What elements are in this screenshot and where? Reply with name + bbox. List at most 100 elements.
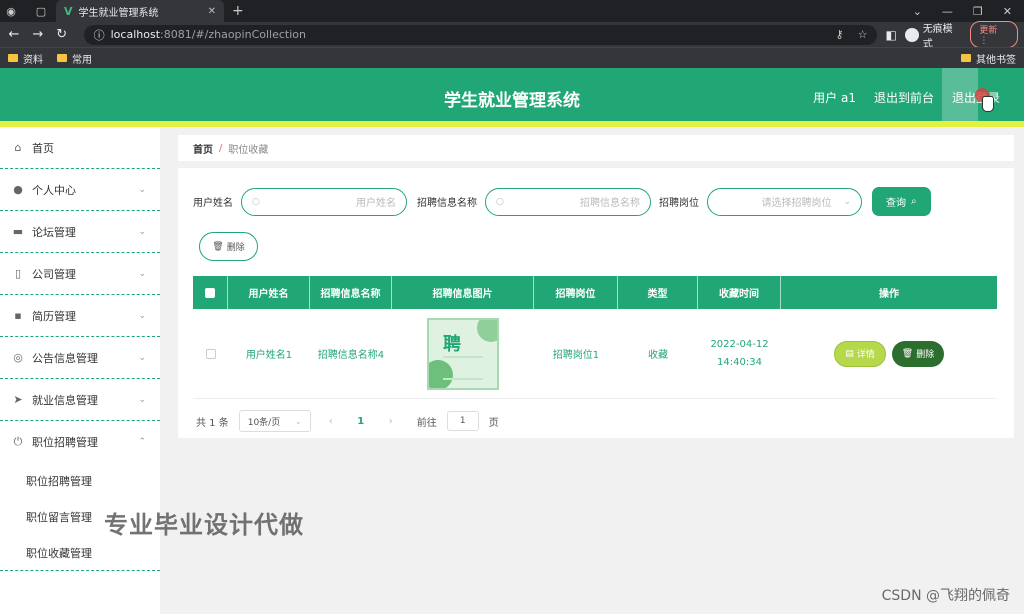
row-select-cell [193, 309, 228, 398]
other-bookmarks[interactable]: 其他书签 [961, 51, 1016, 66]
chevron-down-icon: ⌄ [138, 226, 146, 237]
row-delete-button[interactable]: 🗑 删除 [892, 340, 944, 367]
batch-delete-button[interactable]: 🗑 删除 [199, 232, 258, 261]
column-header: 类型 [618, 276, 698, 309]
forward-icon[interactable]: → [30, 27, 46, 42]
recruitment-thumbnail[interactable]: 聘 [427, 317, 499, 390]
send-icon: ➤ [13, 393, 23, 406]
info-placeholder: 招聘信息名称 [580, 198, 640, 209]
key-icon[interactable]: ⚷ [836, 28, 844, 41]
sidebar-item-forum[interactable]: ▬ 论坛管理 ⌄ [0, 211, 160, 253]
favorites-table: 用户姓名 招聘信息名称 招聘信息图片 招聘岗位 类型 收藏时间 操作 用户姓名1… [193, 276, 997, 399]
position-select[interactable]: 请选择招聘岗位 ⌄ [707, 187, 862, 216]
sidebar-item-label: 个人中心 [32, 183, 76, 197]
window-controls: ⌄ — ❐ ✕ [913, 5, 1024, 18]
page-size-value: 10条/页 [247, 417, 281, 428]
browser-tab-active[interactable]: V 学生就业管理系统 ✕ [56, 0, 224, 22]
info-search-label: 招聘信息名称 [417, 198, 477, 209]
window-close-icon[interactable]: ✕ [1003, 5, 1012, 18]
bookmark-folder-1[interactable]: 资料 [8, 51, 43, 66]
next-page-icon[interactable]: › [381, 416, 401, 427]
cell-image: 聘 [392, 309, 534, 398]
notice-icon: ◎ [13, 351, 23, 364]
thumbnail-lines [443, 355, 483, 380]
sidebar-item-employment[interactable]: ➤ 就业信息管理 ⌄ [0, 379, 160, 421]
url-input[interactable]: ⓘ localhost:8081/#/zhaopinCollection ⚷ ☆ [83, 24, 878, 45]
other-bookmarks-label: 其他书签 [976, 54, 1016, 66]
info-icon[interactable]: ⓘ [94, 27, 105, 43]
sidebar-subitem-favorites[interactable]: 职位收藏管理 [0, 535, 160, 571]
csdn-watermark: CSDN @飞翔的佩奇 [881, 588, 1010, 604]
sidebar-item-label: 公司管理 [32, 267, 76, 281]
info-search-input[interactable]: ○ 招聘信息名称 [485, 187, 651, 216]
select-all-checkbox[interactable] [205, 287, 215, 298]
sidebar-item-personal[interactable]: ● 个人中心 ⌄ [0, 169, 160, 211]
browser-menu-icon[interactable]: ◉ [0, 0, 22, 22]
cell-actions: ▤ 详情 🗑 删除 [781, 309, 997, 398]
folder-icon [961, 54, 971, 62]
prev-page-icon[interactable]: ‹ [321, 416, 341, 427]
incognito-indicator[interactable]: 无痕模式 [904, 20, 963, 50]
cell-position: 招聘岗位1 [552, 350, 600, 361]
restore-icon[interactable]: ❐ [973, 5, 983, 18]
chevron-down-icon: ⌄ [138, 310, 146, 321]
detail-button-label: 详情 [856, 350, 875, 360]
sidebar-subitem-label: 职位留言管理 [26, 511, 92, 524]
detail-button[interactable]: ▤ 详情 [834, 340, 886, 367]
sidebar-subitem-label: 职位收藏管理 [26, 546, 92, 560]
sidebar-item-label: 公告信息管理 [32, 351, 98, 365]
folder-icon [8, 54, 18, 62]
favorite-time: 2022-04-12 14:40:34 [710, 338, 769, 368]
trash-icon: 🗑 [901, 348, 914, 359]
table-row: 用户姓名1 招聘信息名称4 聘 招聘岗位1 收藏 2022-04-12 14:4… [193, 309, 997, 399]
sidebar-item-company[interactable]: ▯ 公司管理 ⌄ [0, 253, 160, 295]
chevron-down-icon: ⌄ [138, 184, 146, 195]
tab-close-icon[interactable]: ✕ [208, 6, 216, 17]
tab-title: 学生就业管理系统 [78, 7, 159, 19]
tab-search-icon[interactable]: ▢ [30, 0, 52, 22]
breadcrumb-separator: / [219, 142, 223, 154]
row-checkbox[interactable] [205, 348, 216, 359]
sidebar-item-home[interactable]: ⌂ 首页 [0, 127, 160, 169]
url-path: :8081/#/zhaopinCollection [160, 28, 306, 41]
sidebar-item-resume[interactable]: ▪ 简历管理 ⌄ [0, 295, 160, 337]
query-button[interactable]: 查询 ⌕ [872, 187, 931, 216]
update-button[interactable]: 更新 ⋮ [970, 21, 1019, 48]
sidepanel-icon[interactable]: ◧ [885, 28, 896, 42]
tab-list-icon[interactable]: ⌄ [913, 5, 922, 18]
bookmark-star-icon[interactable]: ☆ [858, 28, 868, 41]
resume-icon: ▪ [14, 309, 22, 322]
breadcrumb-home[interactable]: 首页 [193, 141, 213, 156]
thumbnail-text: 聘 [443, 333, 461, 355]
reload-icon[interactable]: ↻ [54, 27, 70, 42]
sidebar-item-notice[interactable]: ◎ 公告信息管理 ⌄ [0, 337, 160, 379]
batch-delete-label: 删除 [226, 243, 245, 253]
sidebar-item-label: 职位招聘管理 [32, 436, 98, 449]
chevron-down-icon: ⌄ [295, 416, 302, 426]
minimize-icon[interactable]: — [942, 5, 953, 18]
chevron-down-icon: ⌄ [138, 352, 146, 363]
company-icon: ▯ [14, 267, 22, 280]
total-count: 共 1 条 [196, 417, 229, 429]
bookmark-folder-2[interactable]: 常用 [57, 51, 92, 66]
select-all-cell [193, 276, 228, 309]
cell-username: 用户姓名1 [245, 350, 293, 361]
sidebar-subitem-recruitment[interactable]: 职位招聘管理 [0, 463, 160, 499]
chevron-down-icon: ⌄ [843, 196, 851, 207]
exit-to-front-link[interactable]: 退出到前台 [874, 89, 934, 106]
back-icon[interactable]: ← [6, 27, 22, 42]
new-tab-button[interactable]: + [232, 3, 244, 19]
header-links: 用户 a1 退出到前台 退出登录 [813, 89, 1000, 106]
sidebar-item-label: 就业信息管理 [32, 393, 98, 407]
sidebar-item-recruitment[interactable]: ⏻ 职位招聘管理 ⌃ [0, 421, 160, 463]
username-search-input[interactable]: ○ 用户姓名 [241, 187, 407, 216]
sidebar-item-label: 首页 [32, 141, 54, 155]
goto-page-value: 1 [459, 416, 466, 426]
search-icon: ⌕ [911, 196, 917, 207]
breadcrumb: 首页 / 职位收藏 [178, 135, 1014, 161]
goto-label: 前往 [416, 417, 437, 429]
sidebar-subitem-label: 职位招聘管理 [26, 475, 92, 488]
page-size-select[interactable]: 10条/页 ⌄ [238, 410, 311, 432]
goto-page-input[interactable]: 1 [446, 411, 479, 431]
page-number[interactable]: 1 [351, 416, 371, 427]
